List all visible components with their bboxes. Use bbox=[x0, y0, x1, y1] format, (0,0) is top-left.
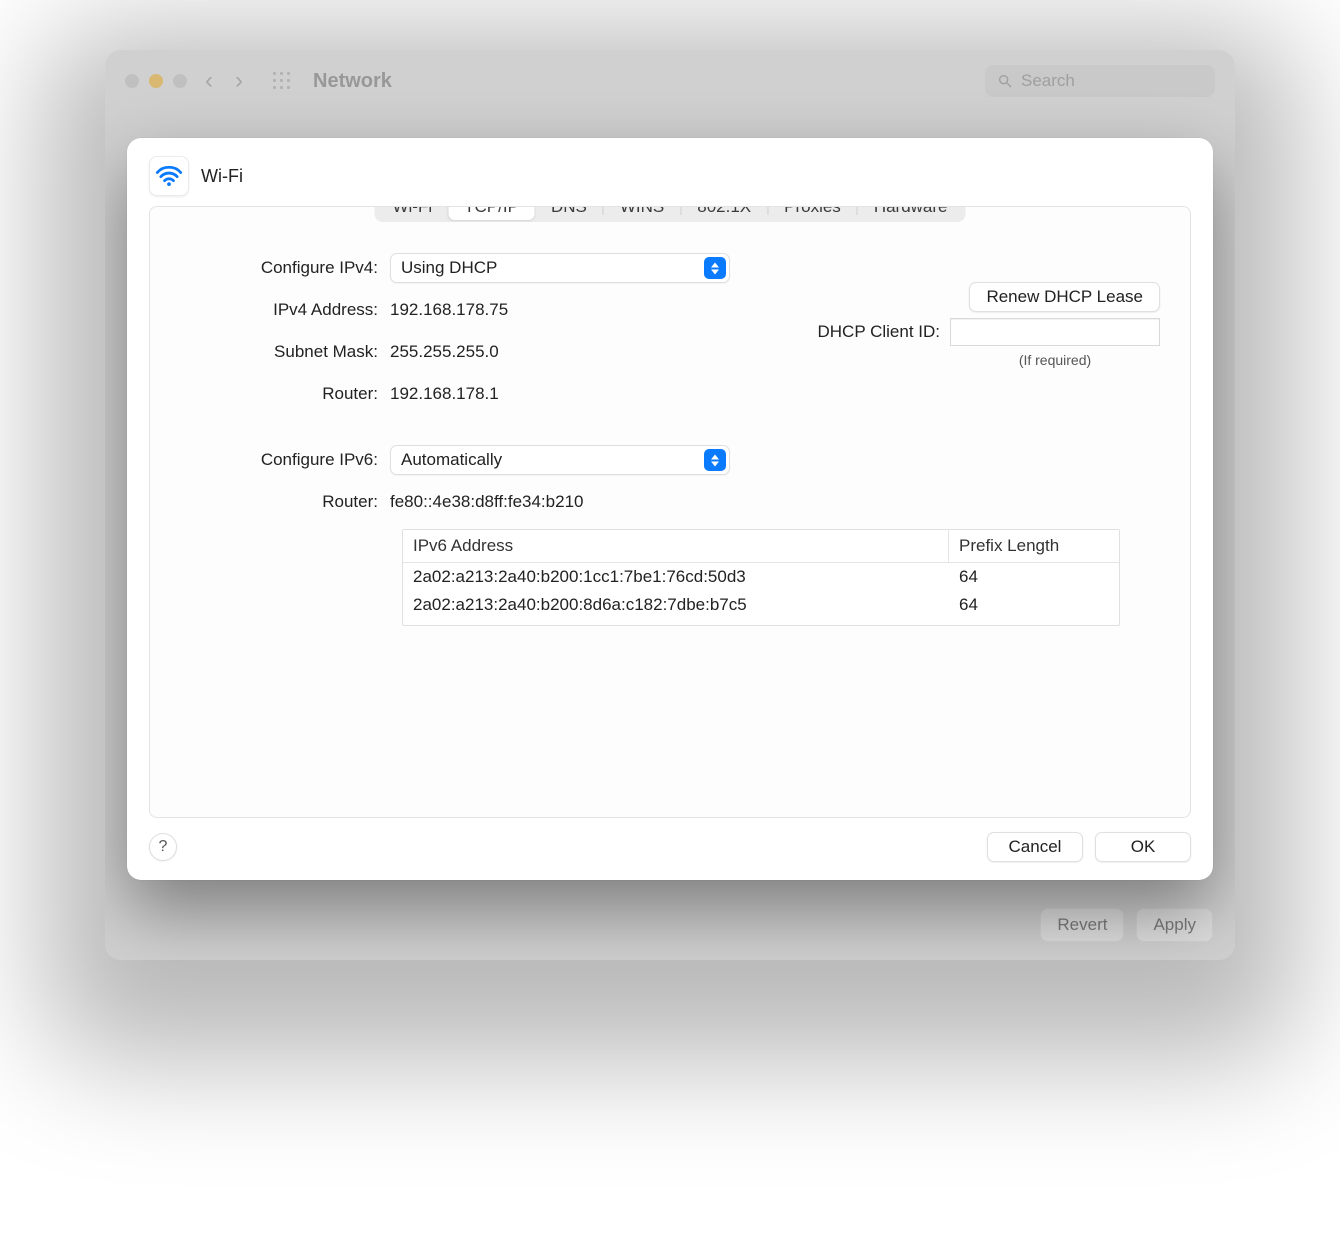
cancel-button[interactable]: Cancel bbox=[987, 832, 1083, 862]
prefix-length-cell: 64 bbox=[949, 591, 1119, 619]
if-required-hint: (If required) bbox=[950, 352, 1160, 368]
revert-button: Revert bbox=[1040, 908, 1124, 942]
tab-dns[interactable]: DNS bbox=[535, 206, 603, 220]
preferences-window: ‹ › Network Search Revert Apply Wi-Fi Wi… bbox=[105, 50, 1235, 960]
tab-wifi[interactable]: Wi-Fi bbox=[376, 206, 448, 220]
wifi-icon bbox=[149, 156, 189, 196]
configure-ipv4-label: Configure IPv4: bbox=[180, 258, 390, 278]
tab-wins[interactable]: WINS bbox=[604, 206, 680, 220]
tab-8021x[interactable]: 802.1X bbox=[681, 206, 767, 220]
router-v6-label: Router: bbox=[180, 492, 390, 512]
router-v6-value: fe80::4e38:d8ff:fe34:b210 bbox=[390, 492, 583, 512]
configure-ipv6-value: Automatically bbox=[401, 450, 502, 470]
chevron-up-down-icon bbox=[704, 257, 726, 279]
subnet-mask-label: Subnet Mask: bbox=[180, 342, 390, 362]
advanced-sheet: Wi-Fi Wi-Fi TCP/IP DNS WINS 802.1X Proxi… bbox=[127, 138, 1213, 880]
ipv4-address-value: 192.168.178.75 bbox=[390, 300, 508, 320]
ok-button[interactable]: OK bbox=[1095, 832, 1191, 862]
window-footer: Revert Apply bbox=[1040, 908, 1213, 942]
renew-dhcp-lease-button[interactable]: Renew DHCP Lease bbox=[969, 282, 1160, 312]
configure-ipv6-label: Configure IPv6: bbox=[180, 450, 390, 470]
tab-tcpip[interactable]: TCP/IP bbox=[448, 206, 535, 220]
ipv6-address-cell: 2a02:a213:2a40:b200:1cc1:7be1:76cd:50d3 bbox=[403, 563, 949, 591]
tab-bar: Wi-Fi TCP/IP DNS WINS 802.1X Proxies Har… bbox=[374, 206, 965, 222]
dhcp-client-id-input[interactable] bbox=[950, 318, 1160, 346]
prefix-length-cell: 64 bbox=[949, 563, 1119, 591]
ipv6-address-table: IPv6 Address Prefix Length 2a02:a213:2a4… bbox=[402, 529, 1120, 626]
table-row[interactable]: 2a02:a213:2a40:b200:1cc1:7be1:76cd:50d3 … bbox=[403, 563, 1119, 591]
help-button[interactable]: ? bbox=[149, 833, 177, 861]
tcpip-panel: Wi-Fi TCP/IP DNS WINS 802.1X Proxies Har… bbox=[149, 206, 1191, 818]
dhcp-client-id-label: DHCP Client ID: bbox=[818, 322, 941, 342]
router-v4-label: Router: bbox=[180, 384, 390, 404]
tab-proxies[interactable]: Proxies bbox=[768, 206, 857, 220]
tab-hardware[interactable]: Hardware bbox=[858, 206, 964, 220]
configure-ipv6-select[interactable]: Automatically bbox=[390, 445, 730, 475]
table-row[interactable]: 2a02:a213:2a40:b200:8d6a:c182:7dbe:b7c5 … bbox=[403, 591, 1119, 619]
configure-ipv4-value: Using DHCP bbox=[401, 258, 497, 278]
subnet-mask-value: 255.255.255.0 bbox=[390, 342, 499, 362]
chevron-up-down-icon bbox=[704, 449, 726, 471]
apply-button: Apply bbox=[1136, 908, 1213, 942]
router-v4-value: 192.168.178.1 bbox=[390, 384, 499, 404]
configure-ipv4-select[interactable]: Using DHCP bbox=[390, 253, 730, 283]
prefix-length-column-header[interactable]: Prefix Length bbox=[949, 530, 1119, 562]
interface-name: Wi-Fi bbox=[201, 166, 243, 187]
ipv6-address-cell: 2a02:a213:2a40:b200:8d6a:c182:7dbe:b7c5 bbox=[403, 591, 949, 619]
ipv6-address-column-header[interactable]: IPv6 Address bbox=[403, 530, 949, 562]
ipv4-address-label: IPv4 Address: bbox=[180, 300, 390, 320]
